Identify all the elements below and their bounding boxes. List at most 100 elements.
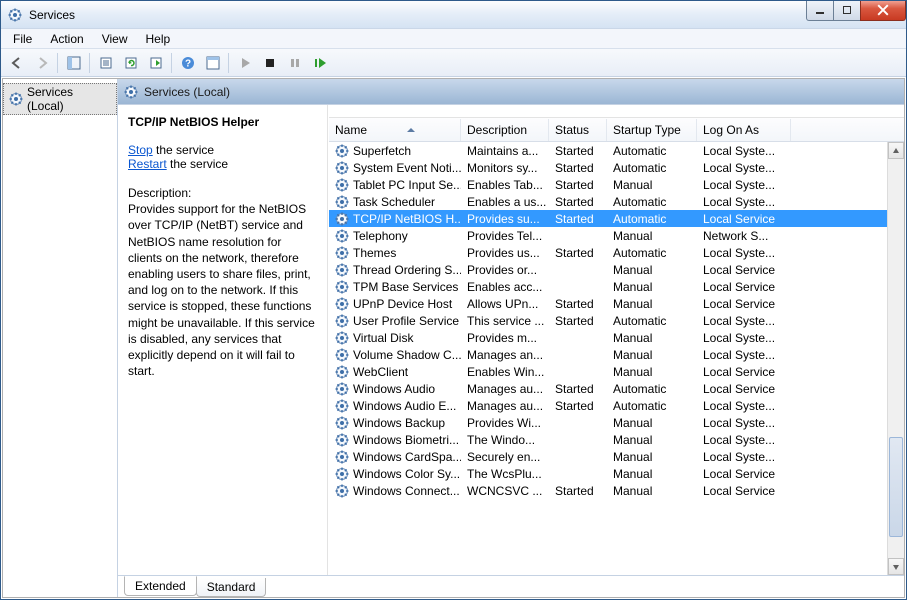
cell-name: Volume Shadow C... bbox=[329, 347, 461, 363]
cell-log-on-as: Local Syste... bbox=[697, 398, 791, 414]
cell-name: System Event Noti... bbox=[329, 160, 461, 176]
show-hide-tree-button[interactable] bbox=[62, 52, 85, 74]
service-row[interactable]: Tablet PC Input Se...Enables Tab...Start… bbox=[329, 176, 904, 193]
scroll-up-button[interactable] bbox=[888, 142, 904, 159]
close-button[interactable] bbox=[860, 1, 906, 21]
restart-suffix: the service bbox=[167, 157, 228, 171]
app-icon bbox=[7, 7, 23, 23]
service-row[interactable]: TCP/IP NetBIOS H...Provides su...Started… bbox=[329, 210, 904, 227]
cell-description: Provides su... bbox=[461, 211, 549, 227]
cell-log-on-as: Local Service bbox=[697, 262, 791, 278]
service-row[interactable]: TPM Base ServicesEnables acc...ManualLoc… bbox=[329, 278, 904, 295]
menu-action[interactable]: Action bbox=[42, 30, 91, 48]
cell-description: Allows UPn... bbox=[461, 296, 549, 312]
service-row[interactable]: Task SchedulerEnables a us...StartedAuto… bbox=[329, 193, 904, 210]
back-button[interactable] bbox=[5, 52, 28, 74]
forward-button[interactable] bbox=[30, 52, 53, 74]
service-row[interactable]: Thread Ordering S...Provides or...Manual… bbox=[329, 261, 904, 278]
service-name-text: User Profile Service bbox=[353, 314, 459, 328]
restart-service-button[interactable] bbox=[308, 52, 331, 74]
service-icon bbox=[335, 195, 349, 209]
titlebar[interactable]: Services bbox=[1, 1, 906, 29]
service-icon bbox=[335, 433, 349, 447]
column-startup-type[interactable]: Startup Type bbox=[607, 119, 697, 141]
cell-log-on-as: Local Syste... bbox=[697, 194, 791, 210]
refresh-button[interactable] bbox=[119, 52, 142, 74]
maximize-button[interactable] bbox=[833, 1, 861, 21]
export-button[interactable] bbox=[144, 52, 167, 74]
vertical-scrollbar[interactable] bbox=[887, 142, 904, 575]
service-row[interactable]: TelephonyProvides Tel...ManualNetwork S.… bbox=[329, 227, 904, 244]
cell-startup-type: Manual bbox=[607, 262, 697, 278]
cell-startup-type: Manual bbox=[607, 364, 697, 380]
list-body[interactable]: SuperfetchMaintains a...StartedAutomatic… bbox=[329, 142, 904, 575]
service-name-text: Windows Audio E... bbox=[353, 399, 456, 413]
service-row[interactable]: User Profile ServiceThis service ...Star… bbox=[329, 312, 904, 329]
service-row[interactable]: Windows BackupProvides Wi...ManualLocal … bbox=[329, 414, 904, 431]
service-name-text: Windows Backup bbox=[353, 416, 445, 430]
menu-help[interactable]: Help bbox=[138, 30, 179, 48]
service-row[interactable]: Windows CardSpa...Securely en...ManualLo… bbox=[329, 448, 904, 465]
tab-standard[interactable]: Standard bbox=[196, 578, 267, 597]
service-row[interactable]: System Event Noti...Monitors sy...Starte… bbox=[329, 159, 904, 176]
cell-status bbox=[549, 354, 607, 356]
service-name-text: Windows Audio bbox=[353, 382, 435, 396]
cell-status bbox=[549, 337, 607, 339]
scrollbar-track[interactable] bbox=[888, 159, 904, 558]
service-row[interactable]: Windows Color Sy...The WcsPlu...ManualLo… bbox=[329, 465, 904, 482]
service-row[interactable]: UPnP Device HostAllows UPn...StartedManu… bbox=[329, 295, 904, 312]
help-button[interactable]: ? bbox=[176, 52, 199, 74]
pause-service-button[interactable] bbox=[283, 52, 306, 74]
start-service-button[interactable] bbox=[233, 52, 256, 74]
service-row[interactable]: Windows Audio E...Manages au...StartedAu… bbox=[329, 397, 904, 414]
tab-extended[interactable]: Extended bbox=[124, 576, 197, 596]
service-row[interactable]: WebClientEnables Win...ManualLocal Servi… bbox=[329, 363, 904, 380]
service-row[interactable]: ThemesProvides us...StartedAutomaticLoca… bbox=[329, 244, 904, 261]
minimize-button[interactable] bbox=[806, 1, 834, 21]
column-description[interactable]: Description bbox=[461, 119, 549, 141]
cell-startup-type: Automatic bbox=[607, 194, 697, 210]
services-window: Services File Action View Help ? bbox=[0, 0, 907, 600]
service-icon bbox=[335, 467, 349, 481]
cell-name: Telephony bbox=[329, 228, 461, 244]
cell-description: Manages an... bbox=[461, 347, 549, 363]
service-row[interactable]: SuperfetchMaintains a...StartedAutomatic… bbox=[329, 142, 904, 159]
service-icon bbox=[335, 450, 349, 464]
service-icon bbox=[335, 399, 349, 413]
service-row[interactable]: Windows Connect...WCNCSVC ...StartedManu… bbox=[329, 482, 904, 499]
toolbar-separator bbox=[228, 53, 229, 73]
cell-startup-type: Manual bbox=[607, 347, 697, 363]
menu-file[interactable]: File bbox=[5, 30, 40, 48]
column-log-on-as[interactable]: Log On As bbox=[697, 119, 791, 141]
cell-description: Maintains a... bbox=[461, 143, 549, 159]
body: Services (Local) Services (Local) TCP/IP… bbox=[2, 78, 905, 598]
cell-description: Enables acc... bbox=[461, 279, 549, 295]
properties-button[interactable] bbox=[94, 52, 117, 74]
scrollbar-thumb[interactable] bbox=[889, 437, 903, 537]
tree-root-label: Services (Local) bbox=[27, 85, 113, 113]
selected-service-title: TCP/IP NetBIOS Helper bbox=[128, 115, 317, 129]
service-name-text: Windows Connect... bbox=[353, 484, 460, 498]
service-row[interactable]: Windows AudioManages au...StartedAutomat… bbox=[329, 380, 904, 397]
console-tree-button[interactable] bbox=[201, 52, 224, 74]
menu-view[interactable]: View bbox=[94, 30, 136, 48]
service-row[interactable]: Volume Shadow C...Manages an...ManualLoc… bbox=[329, 346, 904, 363]
stop-service-button[interactable] bbox=[258, 52, 281, 74]
cell-name: Thread Ordering S... bbox=[329, 262, 461, 278]
cell-name: Task Scheduler bbox=[329, 194, 461, 210]
stop-link[interactable]: Stop bbox=[128, 143, 153, 157]
cell-status bbox=[549, 473, 607, 475]
column-name[interactable]: Name bbox=[329, 119, 461, 141]
cell-startup-type: Manual bbox=[607, 449, 697, 465]
cell-startup-type: Manual bbox=[607, 177, 697, 193]
scroll-down-button[interactable] bbox=[888, 558, 904, 575]
column-status[interactable]: Status bbox=[549, 119, 607, 141]
service-row[interactable]: Windows Biometri...The Windo...ManualLoc… bbox=[329, 431, 904, 448]
cell-status: Started bbox=[549, 245, 607, 261]
service-row[interactable]: Virtual DiskProvides m...ManualLocal Sys… bbox=[329, 329, 904, 346]
cell-description: Securely en... bbox=[461, 449, 549, 465]
restart-link[interactable]: Restart bbox=[128, 157, 167, 171]
service-name-text: Themes bbox=[353, 246, 396, 260]
cell-startup-type: Automatic bbox=[607, 160, 697, 176]
tree-root-item[interactable]: Services (Local) bbox=[3, 83, 117, 115]
